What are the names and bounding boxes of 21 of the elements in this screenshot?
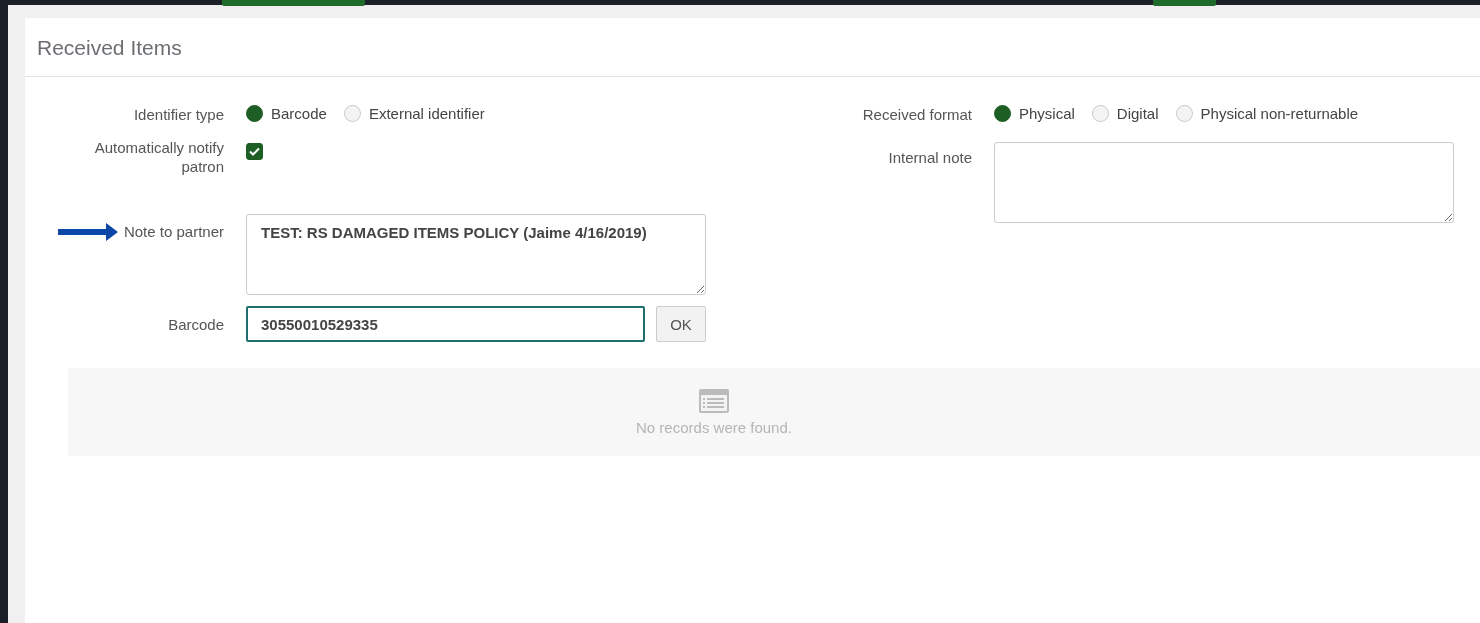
check-icon: [249, 147, 260, 156]
ok-button[interactable]: OK: [656, 306, 706, 342]
empty-message: No records were found.: [636, 418, 792, 436]
panel-title: Received Items: [25, 18, 1480, 77]
radio-option[interactable]: Physical: [994, 105, 1075, 122]
field-label: Note to partner: [123, 222, 224, 241]
field-label: Internal note: [888, 148, 972, 167]
field-label: Automatically notify patron: [93, 138, 224, 176]
field-label: Barcode: [168, 315, 224, 334]
radio-option[interactable]: Physical non-returnable: [1175, 105, 1359, 122]
note-field[interactable]: TEST: RS DAMAGED ITEMS POLICY (Jaime 4/16/2019): [246, 214, 706, 295]
field-label: Identifier type: [133, 105, 224, 124]
field-label: Received format: [862, 105, 972, 124]
tab-edge: [1153, 0, 1216, 6]
note-field[interactable]: [994, 142, 1454, 223]
radio-option[interactable]: Digital: [1091, 105, 1159, 122]
barcode-field[interactable]: 30550010529335: [246, 306, 645, 342]
radio-option[interactable]: External identifier: [343, 105, 485, 122]
radio-option[interactable]: Barcode: [246, 105, 327, 122]
checkbox[interactable]: [246, 143, 263, 160]
list-icon: [699, 388, 729, 413]
